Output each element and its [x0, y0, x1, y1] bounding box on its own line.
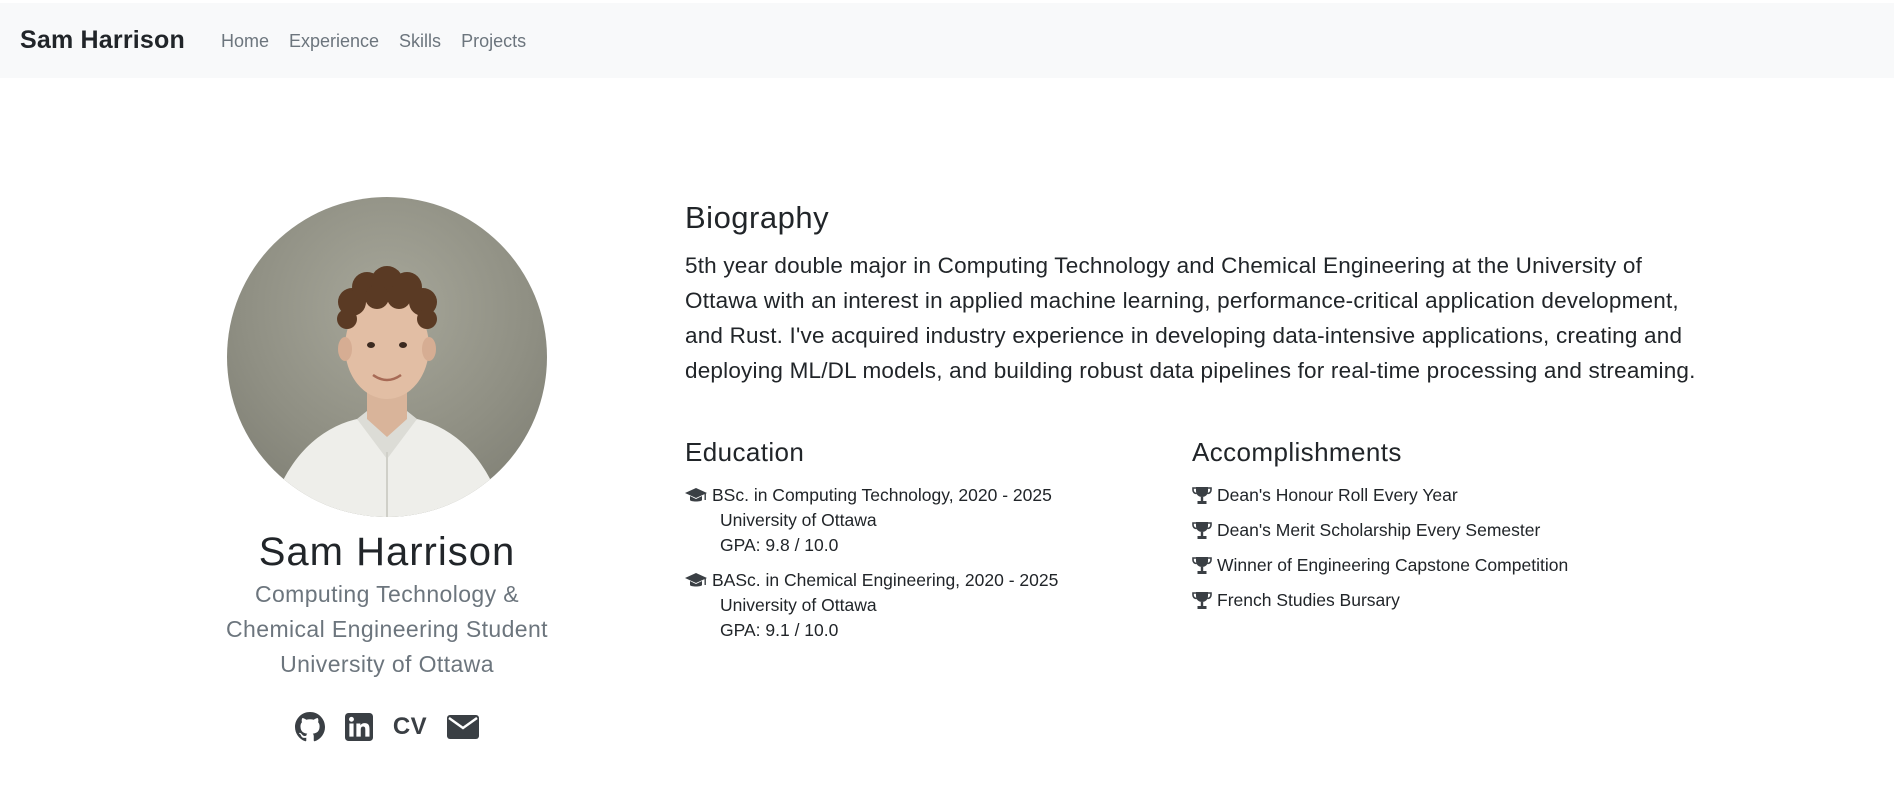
education-school: University of Ottawa [720, 595, 877, 615]
accomplishment-item: Winner of Engineering Capstone Competiti… [1192, 553, 1702, 578]
nav-link-home[interactable]: Home [221, 29, 279, 53]
envelope-icon [447, 715, 480, 739]
subtitle-line: Computing Technology & [254, 581, 520, 607]
main-content: Biography 5th year double major in Compu… [685, 198, 1705, 653]
subtitle-line: Chemical Engineering Student [226, 616, 548, 642]
nav-links: Home Experience Skills Projects [221, 29, 536, 53]
email-link[interactable] [447, 715, 480, 739]
nav-link-skills[interactable]: Skills [389, 29, 451, 53]
profile-card: Sam Harrison Computing Technology & Chem… [187, 197, 587, 742]
education-gpa: GPA: 9.1 / 10.0 [720, 620, 839, 640]
accomplishment-item: French Studies Bursary [1192, 588, 1702, 613]
trophy-icon [1192, 591, 1212, 610]
accomplishment-text: Dean's Honour Roll Every Year [1217, 485, 1458, 505]
education-item: BSc. in Computing Technology, 2020 - 202… [685, 483, 1192, 558]
graduation-cap-icon [685, 572, 707, 590]
biography-title: Biography [685, 200, 830, 235]
profile-name: Sam Harrison [258, 530, 516, 574]
social-links: CV [187, 712, 587, 742]
education-school: University of Ottawa [720, 510, 877, 530]
linkedin-link[interactable] [344, 713, 373, 741]
accomplishment-item: Dean's Honour Roll Every Year [1192, 483, 1702, 508]
nav-link-experience[interactable]: Experience [279, 29, 389, 53]
education-degree: BASc. in Chemical Engineering, 2020 - 20… [712, 570, 1059, 590]
trophy-icon [1192, 521, 1212, 540]
profile-subtitle: Computing Technology & Chemical Engineer… [187, 577, 587, 682]
education-item: BASc. in Chemical Engineering, 2020 - 20… [685, 568, 1192, 643]
accomplishments-section: Accomplishments Dean's Honour Roll Every… [1192, 436, 1702, 653]
education-gpa: GPA: 9.8 / 10.0 [720, 535, 839, 555]
info-columns: Education BSc. in Computing Technology, … [685, 436, 1705, 653]
linkedin-icon [344, 713, 373, 741]
accomplishments-title: Accomplishments [1192, 437, 1402, 467]
brand-link[interactable]: Sam Harrison [20, 26, 185, 55]
accomplishment-text: Winner of Engineering Capstone Competiti… [1217, 555, 1569, 575]
trophy-icon [1192, 486, 1212, 505]
accomplishment-text: French Studies Bursary [1217, 590, 1400, 610]
education-title: Education [685, 437, 805, 467]
github-link[interactable] [294, 712, 325, 742]
top-navbar: Sam Harrison Home Experience Skills Proj… [0, 3, 1894, 78]
graduation-cap-icon [685, 487, 707, 505]
biography-text: 5th year double major in Computing Techn… [685, 253, 1696, 383]
education-degree: BSc. in Computing Technology, 2020 - 202… [712, 485, 1052, 505]
trophy-icon [1192, 556, 1212, 575]
nav-link-projects[interactable]: Projects [451, 29, 536, 53]
profile-photo [227, 197, 547, 517]
education-section: Education BSc. in Computing Technology, … [685, 436, 1192, 653]
accomplishment-text: Dean's Merit Scholarship Every Semester [1217, 520, 1541, 540]
accomplishment-item: Dean's Merit Scholarship Every Semester [1192, 518, 1702, 543]
subtitle-line: University of Ottawa [280, 651, 494, 677]
cv-link[interactable]: CV [393, 713, 427, 741]
github-icon [294, 712, 325, 742]
